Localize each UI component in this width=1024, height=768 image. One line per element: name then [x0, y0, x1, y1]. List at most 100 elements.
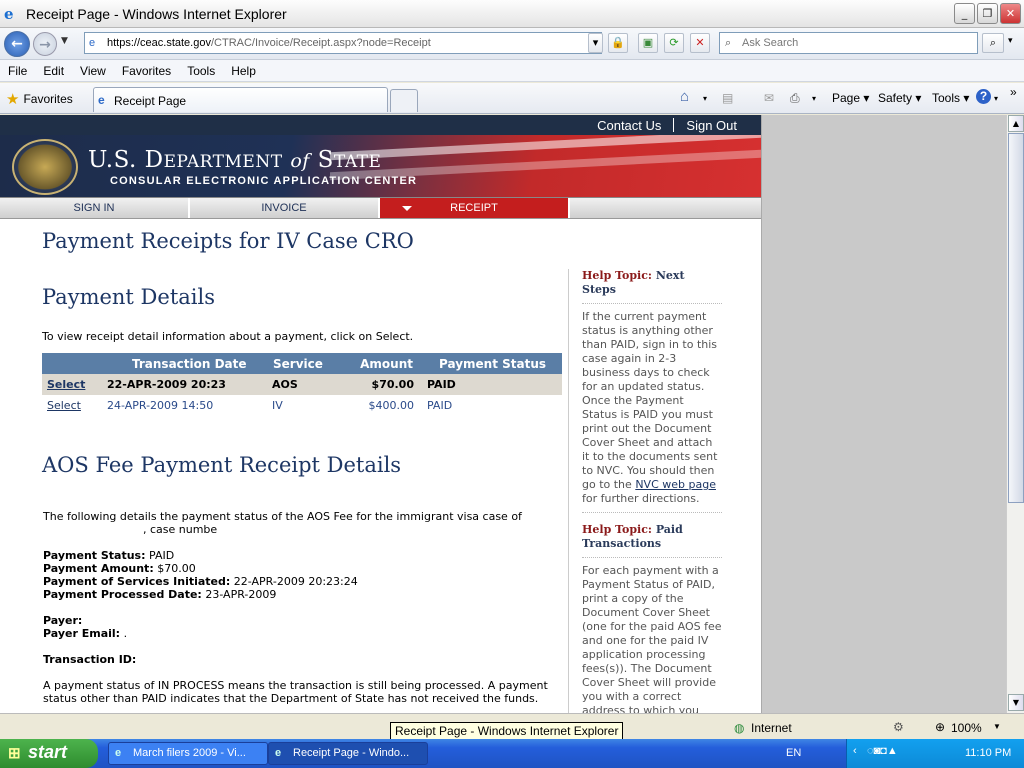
- address-dropdown-icon[interactable]: ▾: [588, 33, 603, 53]
- refresh-icon[interactable]: ⟳: [664, 33, 684, 53]
- site-subtitle: CONSULAR ELECTRONIC APPLICATION CENTER: [110, 175, 418, 187]
- cell-amount: $400.00: [368, 399, 415, 412]
- status-bar: Receipt Page - Windows Internet Explorer…: [0, 713, 1024, 740]
- column-header: [42, 353, 102, 374]
- zoom-level[interactable]: 100%: [951, 721, 982, 735]
- scroll-down-button[interactable]: ▼: [1008, 694, 1024, 711]
- home-icon[interactable]: ⌂: [680, 88, 689, 105]
- department-name: U.S. DEPARTMENT of STATE: [88, 147, 382, 173]
- nav-tab-receipt[interactable]: RECEIPT: [380, 198, 570, 218]
- menu-view[interactable]: View: [72, 64, 114, 78]
- menu-help[interactable]: Help: [223, 64, 264, 78]
- lock-icon[interactable]: 🔒: [608, 33, 628, 53]
- star-icon: ★: [6, 91, 20, 108]
- back-button[interactable]: ←: [4, 31, 30, 57]
- history-dropdown-icon[interactable]: ▼: [61, 36, 68, 46]
- column-header: Transaction Date: [102, 353, 267, 374]
- search-input[interactable]: ⌕ Ask Search: [719, 32, 978, 54]
- window-title: Receipt Page - Windows Internet Explorer: [26, 5, 287, 22]
- zoom-icon[interactable]: ⊕: [935, 720, 945, 734]
- help-dropdown-icon[interactable]: ▾: [994, 94, 998, 103]
- scroll-thumb[interactable]: [1008, 133, 1024, 503]
- ie-task-icon: e: [275, 747, 282, 759]
- nvc-web-page-link[interactable]: NVC web page: [635, 478, 716, 491]
- column-header: Amount: [339, 353, 419, 374]
- clock: 11:10 PM: [965, 747, 1012, 759]
- print-dropdown-icon[interactable]: ▾: [812, 94, 816, 103]
- vertical-scrollbar[interactable]: ▲ ▼: [1006, 115, 1024, 713]
- start-button[interactable]: ⊞ start: [0, 739, 98, 768]
- menu-edit[interactable]: Edit: [35, 64, 72, 78]
- select-link[interactable]: Select: [47, 378, 85, 391]
- search-provider-icon: ⌕: [725, 37, 732, 49]
- home-dropdown-icon[interactable]: ▾: [703, 94, 707, 103]
- search-button[interactable]: ⌕: [982, 33, 1004, 53]
- zoom-dropdown-icon[interactable]: ▼: [993, 722, 1001, 731]
- sign-out-link[interactable]: Sign Out: [686, 118, 737, 133]
- protected-mode-icon[interactable]: ⚙: [893, 720, 904, 734]
- field-processed-date: Payment Processed Date: 23-APR-2009: [43, 588, 277, 601]
- receipt-details-heading: AOS Fee Payment Receipt Details: [42, 453, 402, 477]
- menu-tools[interactable]: Tools: [179, 64, 223, 78]
- compatibility-icon[interactable]: ▣: [638, 33, 658, 53]
- new-tab-button[interactable]: [390, 89, 418, 112]
- nav-tab-sign-in[interactable]: SIGN IN: [0, 198, 190, 218]
- contact-us-link[interactable]: Contact Us: [597, 118, 661, 133]
- payments-table: Transaction Date Service Amount Payment …: [42, 353, 562, 416]
- print-icon[interactable]: ⎙: [790, 91, 800, 106]
- cell-status: PAID: [427, 399, 453, 412]
- language-indicator[interactable]: EN: [786, 747, 801, 759]
- page-menu[interactable]: Page ▾: [832, 91, 869, 105]
- mail-icon[interactable]: ✉: [764, 91, 774, 105]
- table-row: Select 22-APR-2009 20:23 AOS $70.00 PAID: [42, 374, 562, 395]
- page-viewport: Contact Us Sign Out U.S. DEPARTMENT of S…: [0, 115, 1006, 713]
- taskbar-item[interactable]: e March filers 2009 - Vi...: [108, 742, 268, 765]
- tab-page-icon: e: [98, 93, 105, 107]
- sidebar-divider: [582, 512, 722, 513]
- cell-service: AOS: [267, 374, 339, 395]
- column-header: Service: [267, 353, 339, 374]
- forward-button[interactable]: →: [33, 32, 57, 56]
- field-payment-status: Payment Status: PAID: [43, 549, 175, 562]
- receipt-description: The following details the payment status…: [43, 510, 522, 536]
- select-link[interactable]: Select: [47, 399, 81, 412]
- intro-text: To view receipt detail information about…: [42, 330, 414, 343]
- site-banner: U.S. DEPARTMENT of STATE CONSULAR ELECTR…: [0, 135, 761, 197]
- site-top-links: Contact Us Sign Out: [0, 115, 761, 135]
- menu-favorites[interactable]: Favorites: [114, 64, 179, 78]
- stop-icon[interactable]: ✕: [690, 33, 710, 53]
- scroll-up-button[interactable]: ▲: [1008, 115, 1024, 132]
- close-button[interactable]: ✕: [1000, 3, 1021, 24]
- field-payer-email: Payer Email: .: [43, 627, 128, 640]
- maximize-button[interactable]: ❐: [977, 3, 998, 24]
- security-zone: Internet: [751, 721, 792, 735]
- system-tray: ‹ ◌◙◘▲ 11:10 PM: [846, 739, 1024, 768]
- search-options-icon[interactable]: ▾: [1008, 36, 1013, 46]
- feeds-icon[interactable]: ▤: [722, 91, 733, 105]
- menu-bar: File Edit View Favorites Tools Help: [0, 60, 1024, 82]
- windows-logo-icon: ⊞: [8, 745, 21, 762]
- tooltip: Receipt Page - Windows Internet Explorer: [390, 722, 624, 740]
- page-title: Payment Receipts for IV Case CRO: [42, 229, 414, 253]
- help-icon[interactable]: ?: [976, 89, 991, 104]
- payment-details-heading: Payment Details: [42, 285, 215, 309]
- safety-menu[interactable]: Safety ▾: [878, 91, 921, 105]
- taskbar-item-active[interactable]: e Receipt Page - Windo...: [268, 742, 428, 765]
- tab-receipt-page[interactable]: e Receipt Page: [93, 87, 388, 112]
- chevron-more-icon[interactable]: »: [1010, 85, 1017, 99]
- menu-file[interactable]: File: [0, 64, 35, 78]
- cell-service: IV: [272, 399, 283, 412]
- favorites-bar: ★ Favorites e Receipt Page ⌂ ▾ ▤ ✉ ⎙ ▾ P…: [0, 83, 1024, 114]
- column-header: Payment Status: [419, 353, 562, 374]
- help-topic-body: For each payment with a Payment Status o…: [582, 564, 722, 713]
- nav-tab-invoice[interactable]: INVOICE: [190, 198, 380, 218]
- link-divider: [673, 118, 675, 132]
- tools-menu[interactable]: Tools ▾: [932, 91, 969, 105]
- table-row: Select 24-APR-2009 14:50 IV $400.00 PAID: [42, 395, 562, 416]
- minimize-button[interactable]: _: [954, 3, 975, 24]
- tray-collapse-icon[interactable]: ‹: [853, 745, 857, 757]
- address-input[interactable]: e https://ceac.state.gov/CTRAC/Invoice/R…: [84, 32, 602, 54]
- site-nav-tabs: SIGN IN INVOICE RECEIPT: [0, 197, 761, 219]
- tray-app-icon[interactable]: ◌◙◘▲: [867, 745, 898, 757]
- favorites-button[interactable]: ★ Favorites: [6, 90, 73, 108]
